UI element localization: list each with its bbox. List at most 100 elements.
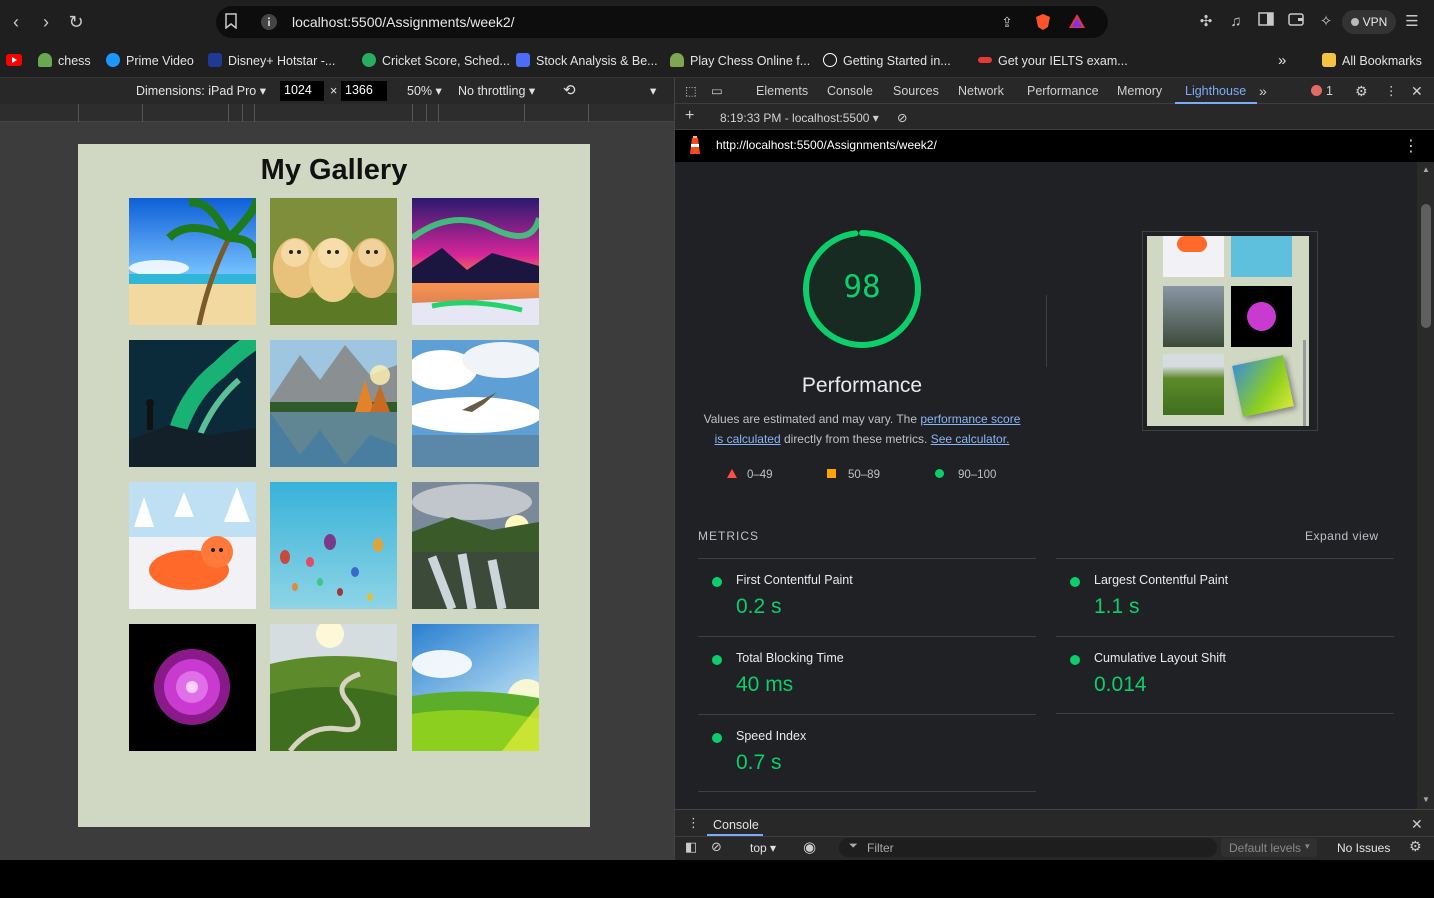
chess-pawn-icon	[38, 53, 52, 67]
url-text[interactable]: localhost:5500/Assignments/week2/	[292, 14, 515, 30]
tab-elements[interactable]: Elements	[756, 83, 808, 99]
scrollbar-thumb[interactable]	[1421, 204, 1431, 328]
height-input[interactable]: 1366	[341, 81, 387, 101]
more-tabs-icon[interactable]: »	[1259, 83, 1267, 99]
bookmark-cricket[interactable]: Cricket Score, Sched...	[362, 52, 510, 70]
lighthouse-toolbar: + 8:19:33 PM - localhost:5500 ▾ ⊘	[675, 105, 1434, 130]
device-toggle-icon[interactable]: ▭	[711, 83, 723, 99]
gallery-image-mountain-lake[interactable]	[270, 340, 397, 467]
tab-network[interactable]: Network	[958, 83, 1004, 99]
zoom-dropdown[interactable]: 50% ▾	[407, 83, 442, 99]
width-input[interactable]: 1024	[280, 81, 324, 101]
close-devtools-icon[interactable]: ✕	[1411, 83, 1423, 99]
gallery-image-purple-flower[interactable]	[129, 624, 256, 751]
metrics-heading: METRICS	[698, 529, 759, 543]
lighthouse-report: 98 Performance Values are estimated and …	[675, 162, 1417, 809]
drawer-menu-icon[interactable]: ⋮	[687, 815, 700, 831]
brave-shield-icon[interactable]	[1034, 13, 1052, 31]
stock-icon	[516, 53, 530, 67]
sidebar-icon[interactable]	[1256, 12, 1276, 32]
drawer-tab-console[interactable]: Console	[713, 818, 759, 832]
dimensions-dropdown[interactable]: Dimensions: iPad Pro ▾	[136, 83, 266, 99]
share-icon[interactable]: ⇪	[998, 13, 1016, 31]
back-icon[interactable]: ‹	[4, 10, 28, 34]
brave-rewards-icon[interactable]	[1068, 13, 1086, 31]
a-circle-icon	[823, 53, 837, 67]
bookmark-play-chess[interactable]: Play Chess Online f...	[670, 52, 810, 70]
console-drawer: ⋮ Console ✕ ◧ ⊘ top ▾ ◉ ⏷ Filter Default…	[675, 809, 1434, 860]
rotate-icon[interactable]: ⟲	[563, 83, 576, 99]
gallery-image-green-field[interactable]	[412, 624, 539, 751]
scroll-down-icon[interactable]: ▼	[1422, 795, 1430, 804]
report-url[interactable]: http://localhost:5500/Assignments/week2/	[716, 138, 937, 152]
log-levels-dropdown[interactable]: Default levels ▾	[1221, 838, 1317, 857]
all-bookmarks[interactable]: All Bookmarks	[1322, 52, 1422, 70]
menu-icon[interactable]: ☰	[1402, 12, 1422, 32]
folder-icon	[1322, 53, 1336, 67]
clear-reports-icon[interactable]: ⊘	[897, 110, 907, 126]
report-scrollbar[interactable]: ▲ ▼	[1417, 162, 1434, 809]
new-report-icon[interactable]: +	[685, 108, 694, 124]
report-menu-icon[interactable]: ⋮	[1403, 136, 1419, 156]
inspect-element-icon[interactable]: ⬚	[685, 83, 697, 99]
report-selector[interactable]: 8:19:33 PM - localhost:5500 ▾	[720, 110, 879, 126]
gallery-image-hot-air-balloons[interactable]	[270, 482, 397, 609]
gallery-image-valley-road[interactable]	[270, 624, 397, 751]
bookmark-icon[interactable]	[222, 13, 240, 31]
forward-icon[interactable]: ›	[34, 10, 58, 34]
issues-counter[interactable]: No Issues	[1337, 841, 1390, 855]
tab-console[interactable]: Console	[827, 83, 873, 99]
scroll-up-icon[interactable]: ▲	[1422, 165, 1430, 174]
tab-performance[interactable]: Performance	[1027, 83, 1099, 99]
more-bookmarks-icon[interactable]: »	[1278, 52, 1286, 70]
more-options-icon[interactable]: ▾	[650, 83, 656, 99]
reload-icon[interactable]: ↻	[64, 10, 88, 34]
final-screenshot[interactable]	[1142, 231, 1318, 431]
green-circle-icon	[935, 469, 944, 478]
settings-gear-icon[interactable]: ⚙	[1355, 83, 1368, 99]
leo-ai-icon[interactable]: ✧	[1316, 12, 1336, 32]
wallet-icon[interactable]	[1286, 12, 1306, 32]
metric-first-contentful-paint: First Contentful Paint 0.2 s	[698, 558, 1036, 636]
red-triangle-icon	[727, 469, 737, 478]
context-selector[interactable]: top ▾	[750, 841, 776, 855]
bookmark-prime-video[interactable]: Prime Video	[106, 52, 194, 70]
throttling-dropdown[interactable]: No throttling ▾	[458, 83, 535, 99]
tab-sources[interactable]: Sources	[893, 83, 939, 99]
console-settings-icon[interactable]: ⚙	[1409, 838, 1422, 855]
media-icon[interactable]: ♫	[1226, 12, 1246, 32]
prime-video-icon	[106, 53, 120, 67]
kebab-menu-icon[interactable]: ⋮	[1385, 83, 1398, 99]
gallery-image-puppies[interactable]	[270, 198, 397, 325]
console-sidebar-icon[interactable]: ◧	[685, 839, 697, 855]
bookmark-hotstar[interactable]: Disney+ Hotstar -...	[208, 52, 335, 70]
console-filter-input[interactable]: ⏷ Filter	[839, 838, 1217, 857]
legend-fail: 0–49	[727, 469, 773, 481]
see-calculator-link[interactable]: See calculator.	[931, 432, 1010, 446]
vpn-button[interactable]: VPN	[1342, 10, 1396, 34]
expand-view-button[interactable]: Expand view	[1305, 529, 1379, 543]
gallery-image-aurora-lake[interactable]	[412, 198, 539, 325]
youtube-bookmark[interactable]	[6, 52, 22, 70]
bookmark-getting-started[interactable]: Getting Started in...	[823, 52, 951, 70]
bookmark-stock-analysis[interactable]: Stock Analysis & Be...	[516, 52, 658, 70]
bookmark-ielts[interactable]: Get your IELTS exam...	[978, 52, 1128, 70]
error-counter[interactable]: 1	[1311, 83, 1333, 99]
tab-memory[interactable]: Memory	[1117, 83, 1162, 99]
gallery-image-waterfall[interactable]	[412, 482, 539, 609]
site-info-icon[interactable]	[260, 13, 278, 31]
live-expression-eye-icon[interactable]: ◉	[803, 838, 816, 856]
gallery-image-beach[interactable]	[129, 198, 256, 325]
close-drawer-icon[interactable]: ✕	[1411, 816, 1423, 833]
error-icon	[1311, 85, 1322, 96]
clear-console-icon[interactable]: ⊘	[711, 839, 722, 855]
bookmark-chess[interactable]: chess	[38, 52, 91, 70]
gallery-image-aurora-hiker[interactable]	[129, 340, 256, 467]
address-bar[interactable]: localhost:5500/Assignments/week2/ ⇪	[216, 6, 1108, 38]
extensions-icon[interactable]: ✣	[1196, 12, 1216, 32]
metric-largest-contentful-paint: Largest Contentful Paint 1.1 s	[1056, 558, 1394, 636]
vertical-divider	[1046, 295, 1047, 367]
tab-lighthouse[interactable]: Lighthouse	[1185, 83, 1246, 99]
gallery-image-orange-cat[interactable]	[129, 482, 256, 609]
gallery-image-bird-clouds[interactable]	[412, 340, 539, 467]
